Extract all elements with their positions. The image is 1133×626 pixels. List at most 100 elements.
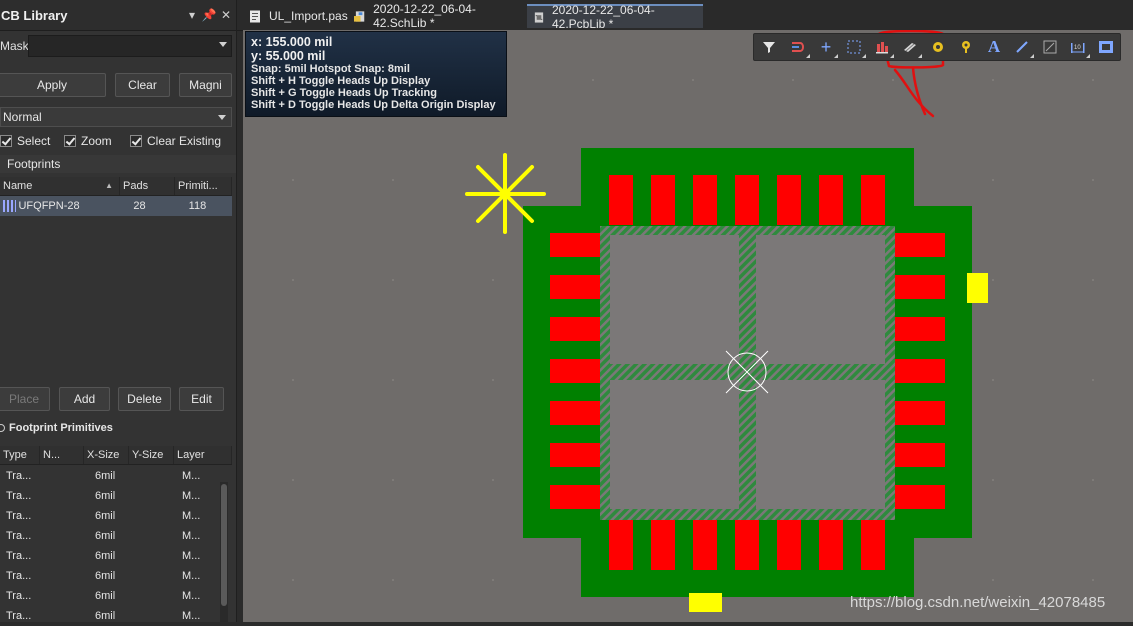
expand-icon[interactable]: [0, 424, 5, 432]
hud-hint-h: Shift + H Toggle Heads Up Display: [251, 75, 431, 87]
prim-type: Tra...: [6, 490, 32, 502]
magnify-button[interactable]: Magni: [179, 73, 232, 97]
footprints-section: Footprints: [0, 155, 236, 173]
prim-type: Tra...: [6, 570, 32, 582]
col-pads[interactable]: Pads: [120, 177, 175, 195]
clear-existing-checkbox[interactable]: Clear Existing: [130, 132, 221, 150]
tab-label: 2020-12-22_06-04-42.SchLib *: [373, 2, 476, 30]
prim-layer: M...: [182, 610, 201, 622]
zoom-checkbox[interactable]: Zoom: [64, 132, 112, 150]
fp-pads: 28: [133, 200, 146, 212]
dimension-icon[interactable]: 10: [1067, 38, 1090, 58]
col-name[interactable]: Name ▲: [0, 177, 120, 195]
panel-title: CB Library: [1, 7, 68, 23]
filter-icon[interactable]: [758, 38, 780, 56]
table-row[interactable]: Tra... 6mil M...: [0, 546, 232, 566]
prim-layer: M...: [182, 510, 201, 522]
fp-name: UFQFPN-28: [18, 200, 80, 212]
script-file-icon: [250, 10, 260, 22]
table-row[interactable]: UFQFPN-28 28 118: [0, 196, 232, 216]
paste-window: [610, 380, 739, 509]
prim-layer: M...: [182, 570, 201, 582]
col-ysize[interactable]: Y-Size: [129, 446, 174, 464]
text-icon[interactable]: A: [983, 37, 1005, 56]
edit-button[interactable]: Edit: [179, 387, 224, 411]
prim-type: Tra...: [6, 510, 32, 522]
heads-up-display: x: 155.000 mil y: 55.000 mil Snap: 5mil …: [245, 31, 507, 117]
component-icon[interactable]: [899, 38, 922, 58]
watermark: https://blog.csdn.net/weixin_42078485: [850, 594, 1106, 611]
checkbox-icon[interactable]: [0, 135, 12, 147]
prim-layer: M...: [182, 530, 201, 542]
panel-header: CB Library ▾ 📌 ✕: [0, 0, 236, 31]
prim-xsize: 6mil: [95, 470, 116, 482]
prim-xsize: 6mil: [95, 530, 116, 542]
select-checkbox[interactable]: Select: [0, 132, 50, 150]
col-primitives[interactable]: Primiti...: [175, 177, 232, 195]
tab-label: 2020-12-22_06-04-42.PcbLib *: [551, 3, 655, 31]
table-row[interactable]: Tra... 6mil M...: [0, 466, 232, 486]
prim-xsize: 6mil: [95, 570, 116, 582]
primitives-table-header: Type N... X-Size Y-Size Layer: [0, 446, 232, 465]
tab-ul-import[interactable]: UL_Import.pas: [243, 4, 348, 28]
chevron-down-icon[interactable]: [219, 42, 227, 47]
cross-icon[interactable]: +: [815, 37, 838, 58]
select-rect-icon[interactable]: [843, 38, 866, 58]
fp-primitives: 118: [188, 200, 207, 212]
align-icon[interactable]: [871, 38, 894, 58]
pcb-library-panel: CB Library ▾ 📌 ✕ Mask Apply Clear Magni …: [0, 0, 237, 622]
snap-info: Snap: 5mil Hotspot Snap: 8mil: [251, 63, 410, 75]
mode-dropdown[interactable]: Normal: [0, 107, 232, 127]
checkbox-icon[interactable]: [130, 135, 142, 147]
prim-type: Tra...: [6, 550, 32, 562]
prim-xsize: 6mil: [95, 550, 116, 562]
via-icon[interactable]: [955, 38, 977, 56]
prim-layer: M...: [182, 470, 201, 482]
table-row[interactable]: Tra... 6mil M...: [0, 506, 232, 526]
col-layer[interactable]: Layer: [174, 446, 232, 464]
tab-pcblib[interactable]: 2020-12-22_06-04-42.PcbLib *: [527, 3, 703, 31]
checkbox-icon[interactable]: [64, 135, 76, 147]
close-icon[interactable]: ✕: [219, 8, 233, 22]
pad-icon[interactable]: [927, 38, 949, 56]
table-row[interactable]: Tra... 6mil M...: [0, 566, 232, 586]
table-row[interactable]: Tra... 6mil M...: [0, 526, 232, 546]
line-icon[interactable]: [1011, 38, 1034, 58]
add-button[interactable]: Add: [59, 387, 110, 411]
table-row[interactable]: Tra... 6mil M...: [0, 586, 232, 606]
dropdown-icon[interactable]: ▾: [185, 8, 199, 22]
mask-input[interactable]: [28, 35, 232, 57]
col-n[interactable]: N...: [40, 446, 84, 464]
table-row[interactable]: Tra... 6mil M...: [0, 486, 232, 506]
svg-text:10: 10: [1074, 45, 1081, 51]
scrollbar[interactable]: [220, 482, 228, 622]
prim-layer: M...: [182, 550, 201, 562]
schlib-file-icon: [354, 10, 365, 22]
place-button[interactable]: Place: [0, 387, 50, 411]
scrollbar-thumb[interactable]: [221, 484, 227, 606]
pcb-canvas[interactable]: [243, 30, 1133, 622]
route-icon[interactable]: [787, 38, 810, 58]
yellow-marker: [967, 273, 988, 303]
col-xsize[interactable]: X-Size: [84, 446, 129, 464]
primitives-section: Footprint Primitives: [0, 419, 236, 437]
prim-layer: M...: [182, 490, 201, 502]
tab-schlib[interactable]: 2020-12-22_06-04-42.SchLib *: [348, 2, 526, 30]
prim-type: Tra...: [6, 530, 32, 542]
delete-button[interactable]: Delete: [118, 387, 171, 411]
apply-button[interactable]: Apply: [0, 73, 106, 97]
col-type[interactable]: Type: [0, 446, 40, 464]
chevron-down-icon: [218, 115, 226, 120]
prim-type: Tra...: [6, 590, 32, 602]
yellow-marker: [689, 593, 722, 612]
prim-xsize: 6mil: [95, 490, 116, 502]
hud-hint-g: Shift + G Toggle Heads Up Tracking: [251, 87, 437, 99]
zoom-label: Zoom: [81, 134, 112, 148]
pin-icon[interactable]: 📌: [202, 8, 217, 22]
clear-button[interactable]: Clear: [115, 73, 170, 97]
table-row[interactable]: Tra... 6mil M...: [0, 606, 232, 626]
footprints-header: Footprints: [7, 157, 61, 171]
region-icon[interactable]: [1095, 38, 1117, 56]
rect-icon[interactable]: [1039, 38, 1061, 56]
footprint-table-header: Name ▲ Pads Primiti...: [0, 177, 232, 196]
